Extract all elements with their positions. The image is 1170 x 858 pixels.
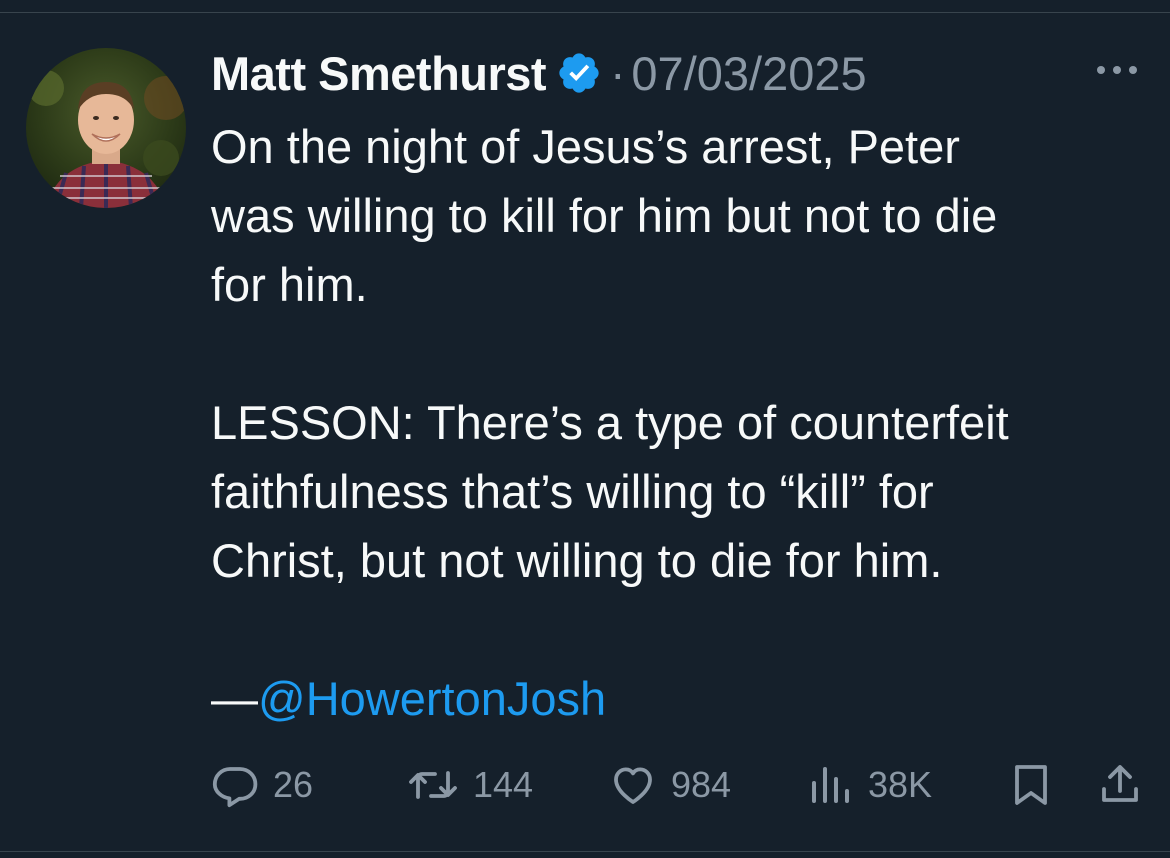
retweet-count: 144 (473, 764, 534, 805)
tweet-text: On the night of Jesus’s arrest, Peter wa… (211, 112, 1151, 733)
retweet-button[interactable]: 144 (407, 755, 533, 815)
bookmark-icon (1007, 761, 1055, 809)
tweet-line: Christ, but not willing to die for him. (211, 534, 943, 587)
avatar[interactable] (26, 48, 186, 208)
verified-badge-icon[interactable] (556, 50, 602, 96)
bottom-divider (0, 851, 1170, 852)
tweet-line: On the night of Jesus’s arrest, Peter (211, 120, 960, 173)
retweet-icon (407, 761, 459, 809)
tweet-line: LESSON: There’s a type of counterfeit (211, 396, 1009, 449)
attribution-line: —@HowertonJosh (211, 664, 1151, 733)
like-count: 984 (671, 764, 732, 805)
reply-button[interactable]: 26 (211, 755, 313, 815)
top-divider (0, 12, 1170, 13)
separator-dot: · (610, 47, 626, 99)
views-chart-icon (806, 761, 854, 809)
tweet-date[interactable]: 07/03/2025 (631, 46, 866, 101)
views-button[interactable]: 38K (806, 755, 932, 815)
bookmark-button[interactable] (1007, 755, 1055, 815)
tweet-line: for him. (211, 258, 368, 311)
views-count: 38K (868, 764, 933, 805)
reply-icon (211, 761, 259, 809)
reply-count: 26 (273, 764, 314, 805)
author-name[interactable]: Matt Smethurst (211, 46, 547, 101)
share-button[interactable] (1096, 755, 1144, 815)
profile-photo (26, 48, 186, 208)
share-icon (1096, 761, 1144, 809)
heart-icon (609, 761, 657, 809)
like-button[interactable]: 984 (609, 755, 731, 815)
mention-link[interactable]: @HowertonJosh (258, 672, 606, 725)
action-bar: 26 144 984 38K (211, 755, 1141, 815)
more-options-icon[interactable] (1095, 62, 1139, 78)
tweet-header: Matt Smethurst · 07/03/2025 (211, 43, 867, 103)
tweet-line: faithfulness that’s willing to “kill” fo… (211, 465, 934, 518)
tweet-line: was willing to kill for him but not to d… (211, 189, 998, 242)
attribution-dash: — (211, 672, 258, 725)
